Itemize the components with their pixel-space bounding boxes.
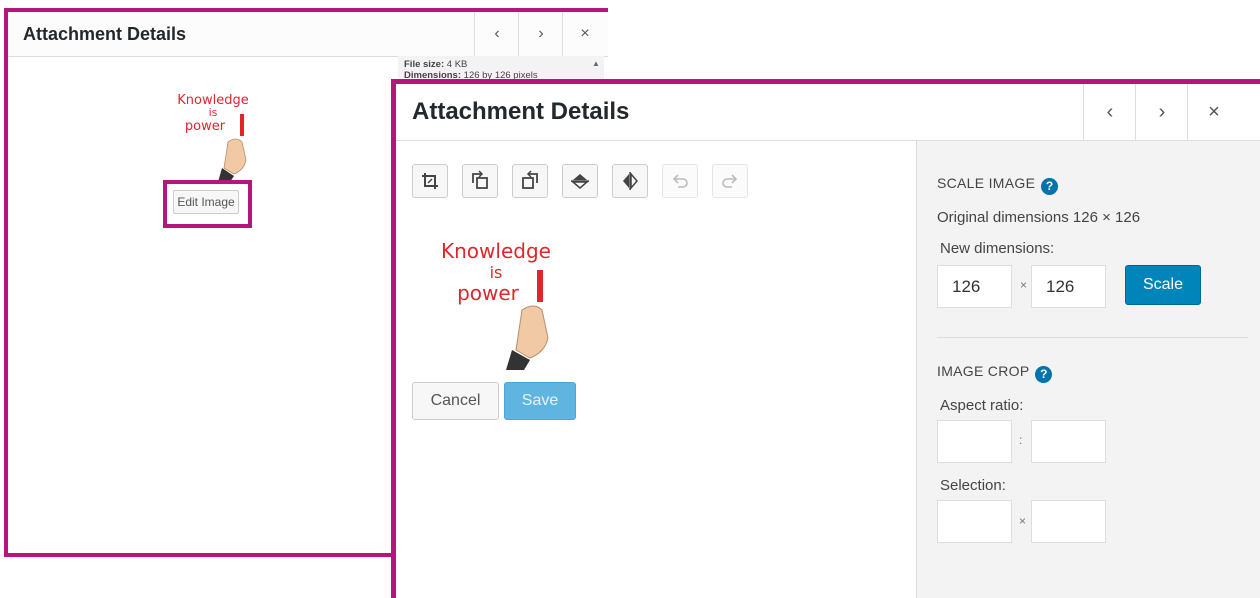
selection-times-separator: × bbox=[1019, 514, 1027, 528]
image-text-2: is bbox=[490, 263, 503, 282]
undo-button[interactable] bbox=[662, 164, 698, 198]
crop-button[interactable] bbox=[412, 164, 448, 198]
selection-height-input[interactable] bbox=[1031, 500, 1106, 543]
help-icon[interactable]: ? bbox=[1041, 178, 1059, 195]
scale-image-heading: SCALE IMAGE? bbox=[937, 175, 1059, 195]
front-close-button[interactable]: × bbox=[1187, 84, 1240, 140]
back-close-button[interactable]: × bbox=[562, 12, 607, 56]
times-separator: × bbox=[1020, 278, 1028, 292]
attachment-thumbnail: Knowledge is power bbox=[177, 93, 249, 182]
front-next-button[interactable]: › bbox=[1135, 84, 1188, 140]
image-text-1: Knowledge bbox=[441, 239, 551, 263]
file-size-value: 4 KB bbox=[446, 59, 468, 70]
back-header: Attachment Details ‹ › × bbox=[8, 12, 608, 57]
help-icon[interactable]: ? bbox=[1035, 366, 1053, 383]
rotate-right-button[interactable] bbox=[512, 164, 548, 198]
selection-label: Selection: bbox=[940, 477, 1006, 494]
flip-horizontal-icon bbox=[623, 171, 638, 191]
aspect-ratio-height-input[interactable] bbox=[1031, 420, 1106, 463]
back-previous-button[interactable]: ‹ bbox=[474, 12, 519, 56]
new-dimensions-label: New dimensions: bbox=[940, 240, 1055, 257]
flip-vertical-icon bbox=[570, 174, 590, 189]
scale-width-input[interactable]: 126 bbox=[937, 265, 1012, 308]
attachment-details-front-panel: Attachment Details ‹ › × Knowledge is po… bbox=[391, 79, 1260, 598]
scale-button[interactable]: Scale bbox=[1125, 265, 1201, 305]
close-icon: × bbox=[1208, 100, 1220, 123]
rotate-left-icon bbox=[472, 170, 488, 189]
rotate-right-icon bbox=[522, 170, 538, 189]
undo-icon bbox=[672, 174, 688, 188]
aspect-ratio-width-input[interactable] bbox=[937, 420, 1012, 463]
flip-vertical-button[interactable] bbox=[562, 164, 598, 198]
close-icon: × bbox=[580, 25, 590, 42]
attachment-image: Knowledge is power bbox=[441, 239, 551, 370]
thumb-text-2: is bbox=[209, 106, 218, 119]
edit-image-highlight: Edit Image bbox=[163, 180, 252, 228]
ratio-separator: : bbox=[1019, 433, 1023, 447]
crop-icon bbox=[422, 173, 438, 189]
front-title: Attachment Details bbox=[412, 98, 630, 125]
save-button[interactable]: Save bbox=[504, 382, 576, 420]
back-next-button[interactable]: › bbox=[518, 12, 563, 56]
cancel-button[interactable]: Cancel bbox=[412, 382, 499, 420]
front-previous-button[interactable]: ‹ bbox=[1083, 84, 1136, 140]
chevron-right-icon: › bbox=[538, 25, 544, 42]
flip-horizontal-button[interactable] bbox=[612, 164, 648, 198]
edit-image-button[interactable]: Edit Image bbox=[173, 190, 239, 214]
image-text-3: power bbox=[457, 281, 520, 305]
redo-icon bbox=[722, 174, 738, 188]
scroll-up-arrow-icon[interactable]: ▲ bbox=[592, 59, 600, 68]
image-edit-sidebar: SCALE IMAGE? Original dimensions 126 × 1… bbox=[916, 141, 1260, 598]
rotate-left-button[interactable] bbox=[462, 164, 498, 198]
image-crop-heading: IMAGE CROP? bbox=[937, 363, 1053, 383]
chevron-right-icon: › bbox=[1158, 100, 1166, 123]
selection-width-input[interactable] bbox=[937, 500, 1012, 543]
aspect-ratio-label: Aspect ratio: bbox=[940, 397, 1024, 414]
original-dimensions: Original dimensions 126 × 126 bbox=[937, 209, 1141, 226]
thumb-text-3: power bbox=[185, 119, 226, 134]
chevron-left-icon: ‹ bbox=[1106, 100, 1114, 123]
redo-button[interactable] bbox=[712, 164, 748, 198]
scale-height-input[interactable]: 126 bbox=[1031, 265, 1106, 308]
chevron-left-icon: ‹ bbox=[494, 25, 500, 42]
back-title: Attachment Details bbox=[23, 24, 187, 44]
front-header: Attachment Details ‹ › × bbox=[396, 84, 1260, 141]
file-size-label: File size: bbox=[404, 59, 445, 70]
section-divider bbox=[937, 337, 1248, 338]
